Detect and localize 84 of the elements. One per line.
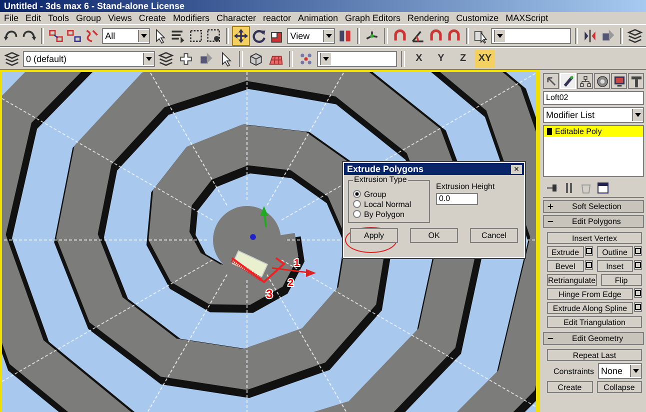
- dropdown[interactable]: [490, 28, 571, 44]
- dropdown[interactable]: 0 (default): [23, 50, 155, 66]
- command-button[interactable]: Flip: [600, 274, 642, 286]
- command-button[interactable]: Insert Vertex: [547, 232, 642, 244]
- move-arrows-icon[interactable]: [233, 26, 250, 44]
- settings-button[interactable]: [634, 260, 642, 270]
- radio-label: Group: [364, 190, 386, 198]
- command-button[interactable]: Edit Triangulation: [547, 316, 642, 328]
- rollout-title: Edit Geometry: [572, 333, 624, 344]
- menu-item[interactable]: Edit: [26, 12, 42, 24]
- command-button[interactable]: Create: [547, 381, 592, 393]
- command-button[interactable]: Extrude Along Spline: [547, 302, 633, 314]
- dropdown[interactable]: [317, 50, 397, 66]
- close-button[interactable]: ×: [511, 164, 522, 174]
- radio-label: Local Normal: [364, 200, 412, 208]
- settings-button[interactable]: [634, 302, 642, 312]
- gizmo-label: 2: [288, 278, 294, 289]
- height-input[interactable]: 0.0: [436, 193, 478, 205]
- menu-item[interactable]: Tools: [48, 12, 70, 24]
- pin-icon[interactable]: [546, 182, 558, 194]
- rollout-title: Soft Selection: [572, 201, 622, 212]
- command-button[interactable]: Outline: [596, 246, 633, 258]
- command-button[interactable]: Repeat Last: [547, 349, 642, 361]
- window-icon[interactable]: [597, 182, 609, 194]
- dropdown[interactable]: All: [102, 28, 150, 44]
- object-name-field[interactable]: Loft02: [543, 91, 644, 105]
- annotation-ellipse: [345, 227, 397, 253]
- dashed-square-icon[interactable]: [206, 26, 222, 44]
- command-button[interactable]: Hinge From Edge: [547, 288, 633, 300]
- menu-item[interactable]: Create: [138, 12, 166, 24]
- plus-icon[interactable]: [547, 201, 554, 212]
- dropdown[interactable]: View: [287, 28, 336, 44]
- command-button[interactable]: Retriangulate: [547, 274, 597, 286]
- rollout-title: Edit Polygons: [572, 216, 621, 227]
- stack-item[interactable]: Editable Poly: [544, 126, 643, 137]
- menu-item[interactable]: Modifiers: [172, 12, 210, 24]
- window-title: Untitled - 3ds max 6 - Stand-alone License: [0, 0, 646, 12]
- dialog-title: Extrude Polygons: [347, 164, 424, 174]
- menu-item[interactable]: Rendering: [408, 12, 450, 24]
- dialog-button[interactable]: Apply: [350, 228, 398, 243]
- settings-button[interactable]: [584, 260, 592, 270]
- menu-item[interactable]: Animation: [298, 12, 338, 24]
- command-button[interactable]: Inset: [596, 260, 633, 272]
- menu-item[interactable]: Graph Editors: [345, 12, 401, 24]
- layers-icon[interactable]: [626, 26, 643, 44]
- menu-item[interactable]: Group: [76, 12, 102, 24]
- radio-button[interactable]: [353, 200, 361, 208]
- rollout-header[interactable]: Edit Polygons: [543, 215, 644, 228]
- axis-constraint-button[interactable]: X: [409, 50, 429, 68]
- radio-button[interactable]: [353, 190, 361, 198]
- menu-item[interactable]: Character: [216, 12, 256, 24]
- menu-item[interactable]: Views: [108, 12, 132, 24]
- axis-constraint-button[interactable]: Z: [453, 50, 473, 68]
- command-button[interactable]: Collapse: [596, 381, 642, 393]
- wheel-icon[interactable]: [594, 73, 610, 89]
- menu-item[interactable]: Customize: [456, 12, 499, 24]
- axis-constraint-button[interactable]: Y: [431, 50, 451, 68]
- group-title: Extrusion Type: [353, 175, 408, 184]
- menu-item[interactable]: MAXScript: [506, 12, 548, 24]
- dialog-button[interactable]: OK: [410, 228, 458, 243]
- dialog-button[interactable]: Cancel: [470, 228, 518, 243]
- monitor-icon[interactable]: [611, 73, 627, 89]
- gizmo-label: 3: [266, 287, 273, 301]
- axis-constraint-button[interactable]: XY: [475, 50, 495, 68]
- command-button[interactable]: Extrude: [547, 246, 584, 258]
- radio-button[interactable]: [353, 210, 361, 218]
- field-label: Constraints: [552, 366, 594, 376]
- layers-icon[interactable]: [3, 50, 21, 68]
- radio-label: By Polygon: [364, 210, 404, 218]
- hierarchy-icon[interactable]: [577, 73, 593, 89]
- rollout-header[interactable]: Edit Geometry: [543, 332, 644, 345]
- modifier-list-dropdown[interactable]: Modifier List: [543, 107, 644, 123]
- rollout-header[interactable]: Soft Selection: [543, 200, 644, 213]
- menu-item[interactable]: reactor: [262, 12, 291, 24]
- settings-button[interactable]: [634, 246, 642, 256]
- brush-icon[interactable]: [560, 73, 576, 89]
- constraints-dropdown[interactable]: None: [598, 363, 642, 379]
- layers-icon[interactable]: [157, 50, 175, 68]
- menu-item[interactable]: File: [4, 12, 19, 24]
- settings-button[interactable]: [584, 246, 592, 256]
- gizmo-label: 1: [294, 258, 300, 269]
- height-label: Extrusion Height: [436, 182, 495, 191]
- settings-button[interactable]: [634, 288, 642, 298]
- command-button[interactable]: Bevel: [547, 260, 584, 272]
